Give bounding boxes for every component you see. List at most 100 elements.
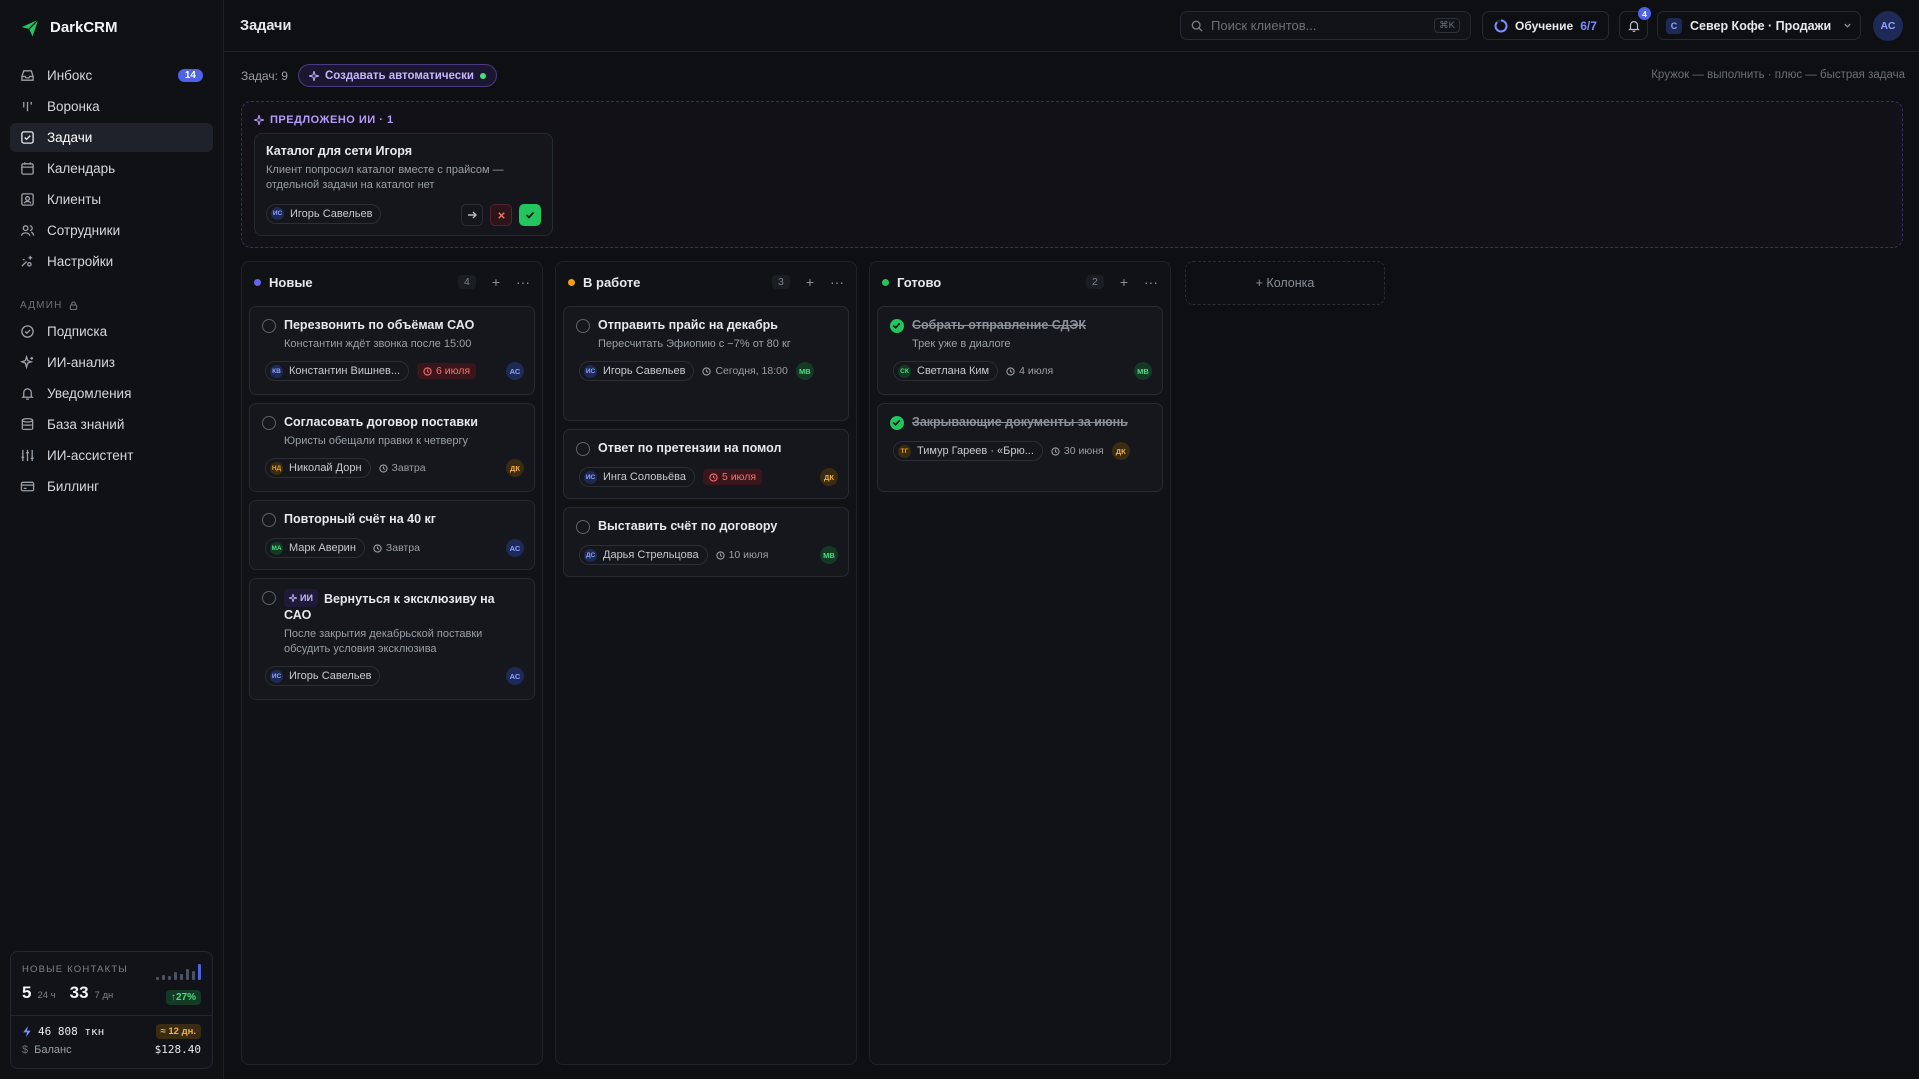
ai-suggestion-card[interactable]: Каталог для сети Игоря Клиент попросил к…	[254, 133, 553, 236]
task-card[interactable]: Отправить прайс на декабрь Пересчитать Э…	[563, 306, 849, 421]
complete-checkbox[interactable]	[262, 591, 276, 605]
task-card[interactable]: Выставить счёт по договору ДС Дарья Стрел…	[563, 507, 849, 577]
due-date-overdue: 6 июля	[417, 363, 477, 379]
sidebar-item-ai-analysis[interactable]: ИИ-анализ	[10, 348, 213, 377]
complete-checkbox[interactable]	[890, 416, 904, 430]
add-task-button[interactable]: +	[492, 274, 500, 290]
onboarding-label: Обучение	[1515, 18, 1574, 33]
sidebar-item-inbox[interactable]: Инбокс 14	[10, 61, 213, 90]
task-description: Трек уже в диалоге	[912, 338, 1011, 350]
assignee-avatar[interactable]: ДК	[506, 459, 524, 477]
task-card[interactable]: Повторный счёт на 40 кг МА Марк Аверин За…	[249, 500, 535, 570]
assignee-avatar[interactable]: АС	[506, 667, 524, 685]
complete-checkbox[interactable]	[576, 520, 590, 534]
due-text: 30 июня	[1063, 445, 1104, 457]
task-title: Перезвонить по объёмам САО	[284, 318, 475, 332]
new-contacts-widget[interactable]: НОВЫЕ КОНТАКТЫ 5 24 ч 33 7 дн ↑27% 46 80…	[10, 951, 213, 1069]
add-column-button[interactable]: + Колонка	[1185, 261, 1385, 305]
contact-avatar: МА	[270, 541, 283, 555]
sidebar-item-billing[interactable]: Биллинг	[10, 472, 213, 501]
sidebar-item-ai-assistant[interactable]: ИИ-ассистент	[10, 441, 213, 470]
assignee-avatar[interactable]: МВ	[795, 362, 814, 380]
contact-avatar: ИС	[584, 470, 597, 484]
tasks-icon	[21, 131, 34, 144]
assignee-avatar[interactable]: АС	[506, 539, 524, 557]
task-card[interactable]: ИИ Вернуться к эксклюзиву на САО После за…	[249, 578, 535, 700]
contact-avatar: ТГ	[898, 444, 911, 458]
tasks-toolbar: Задач: 9 Создавать автоматически	[241, 64, 497, 87]
contact-chip[interactable]: ИС Инга Соловьёва	[579, 467, 695, 487]
ai-tag-text: ИИ	[300, 593, 313, 603]
task-description: После закрытия декабрьской поставки обсу…	[284, 628, 483, 655]
contact-chip[interactable]: ТГ Тимур Гареев · «Брю...	[893, 441, 1043, 461]
due-date: Сегодня, 18:00	[702, 365, 788, 377]
complete-checkbox[interactable]	[576, 442, 590, 456]
contact-chip[interactable]: ИС Игорь Савельев	[265, 666, 381, 686]
complete-checkbox[interactable]	[262, 416, 276, 430]
column-done: Готово 2 + ··· Собрать отправление СДЭК …	[869, 261, 1171, 1065]
workspace-switcher[interactable]: С Север Кофе · Продажи	[1657, 11, 1861, 40]
contact-chip[interactable]: МА Марк Аверин	[265, 538, 365, 558]
task-title: Согласовать договор поставки	[284, 415, 478, 429]
logo[interactable]: DarkCRM	[0, 0, 223, 53]
sidebar-item-subscription[interactable]: Подписка	[10, 317, 213, 346]
open-suggestion-button[interactable]	[461, 204, 483, 226]
onboarding-button[interactable]: Обучение 6/7	[1482, 11, 1609, 40]
assignee-avatar[interactable]: МВ	[820, 546, 838, 564]
sidebar-item-settings[interactable]: Настройки	[10, 247, 213, 276]
contact-chip[interactable]: ИС Игорь Савельев	[266, 203, 382, 224]
contact-chip[interactable]: СК Светлана Ким	[893, 361, 999, 381]
sidebar-item-knowledge-base[interactable]: База знаний	[10, 410, 213, 439]
sidebar-item-calendar[interactable]: Календарь	[10, 154, 213, 183]
column-menu-button[interactable]: ···	[830, 274, 844, 290]
days-left-badge: ≈ 12 дн.	[155, 1024, 201, 1039]
complete-checkbox[interactable]	[262, 513, 276, 527]
sidebar-item-tasks[interactable]: Задачи	[10, 123, 213, 152]
reject-suggestion-button[interactable]	[490, 204, 512, 226]
accept-suggestion-button[interactable]	[519, 204, 541, 226]
assignee-avatar[interactable]: АС	[506, 362, 524, 380]
lock-icon	[69, 301, 77, 310]
task-meta: ИС Инга Соловьёва 5 июля ДК	[579, 467, 838, 487]
assignee-avatar[interactable]: ДК	[1111, 442, 1130, 460]
task-card[interactable]: Закрывающие документы за июнь ТГ Тимур Га…	[877, 403, 1163, 492]
task-card[interactable]: Ответ по претензии на помол ИС Инга Солов…	[563, 429, 849, 499]
task-card[interactable]: Согласовать договор поставки Юристы обещ…	[249, 403, 535, 492]
search-input[interactable]	[1211, 18, 1411, 33]
column-color-dot	[882, 278, 889, 286]
due-text: 6 июля	[436, 365, 471, 377]
auto-create-toggle[interactable]: Создавать автоматически	[297, 64, 497, 87]
assignee-avatar[interactable]: ДК	[820, 468, 838, 486]
app-root: DarkCRM Инбокс 14 Воронка Задачи Календа…	[0, 0, 1919, 1079]
add-task-button[interactable]: +	[1120, 274, 1128, 290]
complete-checkbox[interactable]	[262, 319, 276, 333]
contact-chip[interactable]: ИС Игорь Савельев	[579, 361, 695, 381]
task-meta: ТГ Тимур Гареев · «Брю... 30 июня ДК	[893, 441, 1152, 461]
add-task-button[interactable]: +	[806, 274, 814, 290]
task-card[interactable]: Перезвонить по объёмам САО Константин жд…	[249, 306, 535, 395]
contact-chip[interactable]: ДС Дарья Стрельцова	[579, 545, 708, 565]
check-icon	[892, 419, 901, 426]
search-box[interactable]: ⌘K	[1180, 11, 1471, 40]
assignee-avatar[interactable]: МВ	[1134, 362, 1152, 380]
bell-icon	[21, 388, 34, 400]
employees-icon	[20, 225, 35, 236]
complete-checkbox[interactable]	[576, 319, 590, 333]
task-card[interactable]: Собрать отправление СДЭК Трек уже в диал…	[877, 306, 1163, 395]
sidebar-item-clients[interactable]: Клиенты	[10, 185, 213, 214]
sidebar-item-funnel[interactable]: Воронка	[10, 92, 213, 121]
clock-icon	[378, 463, 388, 473]
contact-chip[interactable]: НД Николай Дорн	[265, 458, 371, 478]
close-icon	[497, 211, 505, 219]
contact-name: Марк Аверин	[289, 542, 356, 554]
complete-checkbox[interactable]	[890, 319, 904, 333]
suggestion-title: Каталог для сети Игоря	[266, 144, 412, 158]
user-avatar[interactable]: АС	[1873, 11, 1903, 41]
database-icon	[21, 417, 34, 431]
column-menu-button[interactable]: ···	[516, 274, 530, 290]
column-menu-button[interactable]: ···	[1144, 274, 1158, 290]
sidebar-item-notifications[interactable]: Уведомления	[10, 379, 213, 408]
contact-chip[interactable]: КВ Константин Вишнев...	[265, 361, 410, 381]
sidebar-item-employees[interactable]: Сотрудники	[10, 216, 213, 245]
notifications-button[interactable]: 4	[1619, 7, 1651, 40]
